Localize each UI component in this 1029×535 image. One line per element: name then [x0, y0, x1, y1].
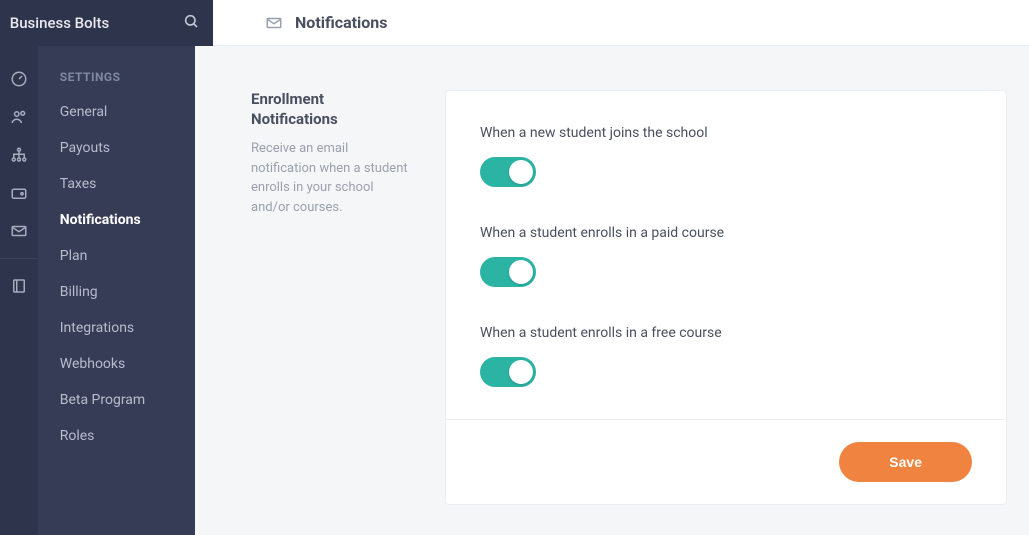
sidebar-item-label: Integrations: [60, 320, 134, 336]
sidebar-heading: Settings: [38, 46, 195, 94]
sidebar: Business Bolts Settings General Payouts …: [38, 0, 195, 535]
sidebar-item-roles[interactable]: Roles: [38, 418, 195, 454]
mail-icon[interactable]: [9, 221, 29, 241]
icon-rail: [0, 0, 38, 535]
toggle-switch[interactable]: [480, 157, 536, 187]
sidebar-item-billing[interactable]: Billing: [38, 274, 195, 310]
sidebar-item-label: Notifications: [60, 212, 141, 228]
sidebar-item-label: Payouts: [60, 140, 110, 156]
switch-knob: [509, 260, 533, 284]
notifications-card: When a new student joins the school When…: [445, 90, 1007, 505]
page-title: Notifications: [295, 13, 388, 32]
topbar: Business Bolts: [0, 0, 213, 46]
book-icon[interactable]: [9, 276, 29, 296]
toggle-label: When a student enrolls in a paid course: [480, 225, 972, 241]
toggle-row-new-student: When a new student joins the school: [480, 125, 972, 187]
toggle-switch[interactable]: [480, 257, 536, 287]
toggle-switch[interactable]: [480, 357, 536, 387]
main: Notifications Enrollment Notifications R…: [195, 0, 1029, 535]
sidebar-item-label: Webhooks: [60, 356, 126, 372]
sidebar-item-label: Roles: [60, 428, 95, 444]
toggle-row-paid-course: When a student enrolls in a paid course: [480, 225, 972, 287]
brand-title: Business Bolts: [10, 14, 109, 32]
sidebar-item-label: Billing: [60, 284, 98, 300]
search-icon[interactable]: [183, 13, 199, 33]
users-icon[interactable]: [9, 107, 29, 127]
dashboard-icon[interactable]: [9, 69, 29, 89]
sidebar-item-payouts[interactable]: Payouts: [38, 130, 195, 166]
switch-knob: [509, 160, 533, 184]
sidebar-item-label: General: [60, 104, 108, 120]
section-title: Enrollment Notifications: [251, 90, 413, 129]
wallet-icon[interactable]: [9, 183, 29, 203]
sidebar-item-integrations[interactable]: Integrations: [38, 310, 195, 346]
sidebar-item-webhooks[interactable]: Webhooks: [38, 346, 195, 382]
toggle-row-free-course: When a student enrolls in a free course: [480, 325, 972, 387]
toggle-label: When a new student joins the school: [480, 125, 972, 141]
sidebar-item-taxes[interactable]: Taxes: [38, 166, 195, 202]
switch-knob: [509, 360, 533, 384]
save-button[interactable]: Save: [839, 442, 972, 482]
mail-icon: [265, 14, 283, 32]
sidebar-item-notifications[interactable]: Notifications: [38, 202, 195, 238]
card-footer: Save: [446, 419, 1006, 504]
sidebar-item-label: Beta Program: [60, 392, 145, 408]
sidebar-item-label: Plan: [60, 248, 88, 264]
sitemap-icon[interactable]: [9, 145, 29, 165]
page-header: Notifications: [195, 0, 1029, 46]
sidebar-item-beta-program[interactable]: Beta Program: [38, 382, 195, 418]
toggle-label: When a student enrolls in a free course: [480, 325, 972, 341]
section-description: Receive an email notification when a stu…: [251, 139, 413, 217]
sidebar-item-label: Taxes: [60, 176, 97, 192]
rail-divider: [0, 258, 38, 259]
section-info: Enrollment Notifications Receive an emai…: [251, 90, 413, 217]
sidebar-item-plan[interactable]: Plan: [38, 238, 195, 274]
sidebar-item-general[interactable]: General: [38, 94, 195, 130]
